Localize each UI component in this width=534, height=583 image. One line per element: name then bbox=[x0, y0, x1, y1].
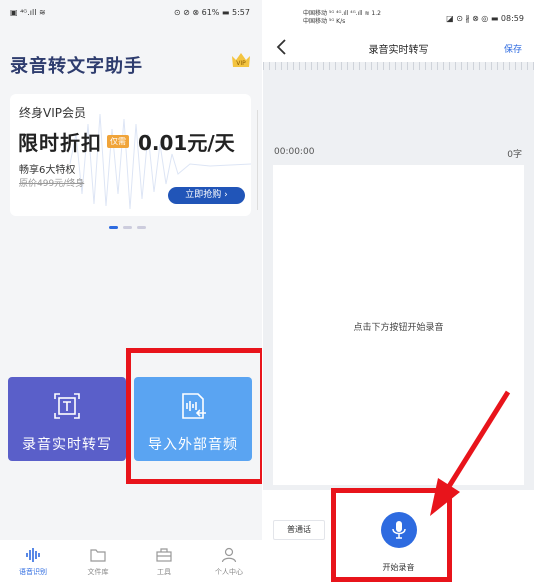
right-screen: 中国移动 ⁵ᴳ ⁴ᴳ.ıll ⁴ᴳ.ıll ≋ 1.2 中国移动 ⁵ᴳ K/s … bbox=[263, 0, 534, 583]
save-button[interactable]: 保存 bbox=[504, 42, 522, 55]
folder-icon bbox=[90, 549, 106, 562]
carousel-dot[interactable] bbox=[109, 226, 118, 229]
user-icon bbox=[221, 547, 237, 563]
carousel-dot[interactable] bbox=[137, 226, 146, 229]
status-bar: 中国移动 ⁵ᴳ ⁴ᴳ.ıll ⁴ᴳ.ıll ≋ 1.2 中国移动 ⁵ᴳ K/s … bbox=[263, 0, 534, 32]
toolbox-icon bbox=[156, 548, 172, 562]
vip-badge-text: VIP bbox=[236, 60, 246, 67]
nav-label: 文件库 bbox=[87, 568, 109, 576]
buy-now-button[interactable]: 立即抢购 › bbox=[168, 187, 245, 204]
highlight-box-record bbox=[331, 488, 452, 582]
carrier-line-1: 中国移动 ⁵ᴳ ⁴ᴳ.ıll ⁴ᴳ.ıll ≋ 1.2 bbox=[303, 10, 381, 17]
banner-tag: 仅需 bbox=[107, 135, 129, 148]
carrier-line-2: 中国移动 ⁵ᴳ K/s bbox=[303, 18, 346, 25]
waveform-icon bbox=[26, 548, 40, 562]
nav-label: 工具 bbox=[157, 568, 171, 576]
app-title: 录音转文字助手 bbox=[10, 56, 143, 77]
status-bar: ▣ ⁴ᴳ.ıll ≋ ⊙ ⊘ ⊗ 61% ▬ 5:57 bbox=[0, 0, 262, 24]
highlight-box-import bbox=[126, 348, 262, 484]
vip-promo-banner[interactable]: 终身VIP会员 限时折扣 仅需 0.01元/天 畅享6大特权 原价499元/终身… bbox=[10, 94, 251, 216]
nav-item-speech[interactable]: 语音识别 bbox=[0, 540, 66, 583]
banner-subtitle: 畅享6大特权 bbox=[19, 165, 76, 176]
transcript-panel[interactable]: 点击下方按钮开始录音 bbox=[273, 165, 524, 485]
nav-item-profile[interactable]: 个人中心 bbox=[196, 540, 262, 583]
nav-label: 个人中心 bbox=[215, 568, 243, 576]
recording-timer: 00:00:00 bbox=[274, 147, 315, 157]
banner-title: 终身VIP会员 bbox=[19, 106, 86, 120]
status-right: ◪ ⊙ ∦ ⊗ ◎ ▬ 08:59 bbox=[446, 14, 524, 23]
realtime-transcribe-label: 录音实时转写 bbox=[22, 437, 112, 453]
status-left: 中国移动 ⁵ᴳ ⁴ᴳ.ıll ⁴ᴳ.ıll ≋ 1.2 中国移动 ⁵ᴳ K/s bbox=[303, 10, 381, 26]
banner-headline: 限时折扣 bbox=[18, 131, 102, 155]
nav-item-files[interactable]: 文件库 bbox=[65, 540, 131, 583]
nav-label: 语音识别 bbox=[19, 568, 47, 576]
text-frame-icon bbox=[54, 393, 80, 419]
status-right: ⊙ ⊘ ⊗ 61% ▬ 5:57 bbox=[173, 8, 250, 17]
left-screen: ▣ ⁴ᴳ.ıll ≋ ⊙ ⊘ ⊗ 61% ▬ 5:57 录音转文字助手 VIP … bbox=[0, 0, 262, 583]
status-left: ▣ ⁴ᴳ.ıll ≋ bbox=[10, 8, 46, 17]
record-toolbar: 普通话 开始录音 bbox=[263, 488, 534, 583]
page-header: 录音实时转写 保存 bbox=[263, 32, 534, 62]
time-ruler bbox=[263, 62, 534, 70]
nav-item-tools[interactable]: 工具 bbox=[131, 540, 197, 583]
bottom-nav: 语音识别 文件库 工具 个人中心 bbox=[0, 540, 262, 583]
realtime-transcribe-card[interactable]: 录音实时转写 bbox=[8, 377, 126, 461]
next-banner-peek bbox=[257, 110, 262, 210]
language-select[interactable]: 普通话 bbox=[273, 520, 325, 540]
carousel-dot[interactable] bbox=[123, 226, 132, 229]
banner-original-price: 原价499元/终身 bbox=[19, 179, 85, 189]
carousel-indicator bbox=[109, 226, 146, 229]
banner-price: 0.01元/天 bbox=[138, 131, 235, 155]
vip-crown-icon[interactable]: VIP bbox=[230, 50, 252, 70]
char-count: 0字 bbox=[507, 150, 522, 160]
page-title: 录音实时转写 bbox=[368, 45, 429, 56]
record-hint: 点击下方按钮开始录音 bbox=[353, 323, 444, 333]
